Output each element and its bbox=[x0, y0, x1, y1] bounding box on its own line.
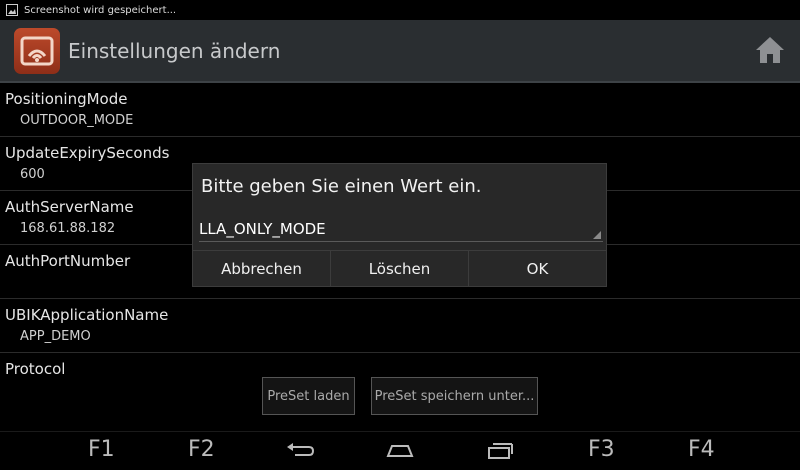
wifi-logo-icon bbox=[20, 36, 54, 65]
setting-value: 168.61.88.182 bbox=[20, 221, 116, 236]
image-notification-icon bbox=[6, 4, 18, 16]
value-input-field[interactable]: LLA_ONLY_MODE bbox=[199, 212, 603, 242]
dialog-title: Bitte geben Sie einen Wert ein. bbox=[201, 176, 482, 197]
setting-title: PositioningMode bbox=[5, 90, 128, 108]
setting-title: AuthPortNumber bbox=[5, 252, 131, 270]
setting-ubik-application-name[interactable]: UBIKApplicationName APP_DEMO bbox=[0, 299, 800, 353]
preset-save-as-button[interactable]: PreSet speichern unter... bbox=[371, 377, 538, 415]
home-icon[interactable] bbox=[754, 34, 786, 66]
dialog-button-bar: Abbrechen Löschen OK bbox=[193, 250, 606, 287]
ok-button[interactable]: OK bbox=[469, 251, 606, 287]
setting-title: Protocol bbox=[5, 360, 66, 378]
status-bar: Screenshot wird gespeichert... bbox=[0, 0, 800, 20]
clear-button[interactable]: Löschen bbox=[331, 251, 469, 287]
app-icon[interactable] bbox=[14, 27, 60, 74]
f1-key[interactable]: F1 bbox=[88, 437, 115, 462]
setting-value: 600 bbox=[20, 167, 45, 182]
back-icon[interactable] bbox=[285, 440, 315, 460]
home-nav-icon[interactable] bbox=[385, 440, 415, 460]
navigation-bar: F1 F2 F3 F4 bbox=[0, 431, 800, 470]
setting-positioning-mode[interactable]: PositioningMode OUTDOOR_MODE bbox=[0, 83, 800, 137]
value-input-dialog: Bitte geben Sie einen Wert ein. LLA_ONLY… bbox=[192, 163, 607, 287]
f3-key[interactable]: F3 bbox=[588, 437, 615, 462]
recent-apps-icon[interactable] bbox=[485, 440, 515, 460]
resize-corner-icon bbox=[593, 231, 601, 239]
setting-value: OUTDOOR_MODE bbox=[20, 113, 134, 128]
page-title: Einstellungen ändern bbox=[68, 38, 281, 63]
setting-value: APP_DEMO bbox=[20, 329, 91, 344]
status-notification-text: Screenshot wird gespeichert... bbox=[24, 4, 177, 16]
f2-key[interactable]: F2 bbox=[188, 437, 215, 462]
cancel-button[interactable]: Abbrechen bbox=[193, 251, 331, 287]
setting-title: UBIKApplicationName bbox=[5, 306, 169, 324]
action-bar: Einstellungen ändern bbox=[0, 20, 800, 83]
value-input-text: LLA_ONLY_MODE bbox=[199, 220, 326, 238]
setting-title: UpdateExpirySeconds bbox=[5, 144, 170, 162]
f4-key[interactable]: F4 bbox=[688, 437, 715, 462]
setting-title: AuthServerName bbox=[5, 198, 134, 216]
preset-load-button[interactable]: PreSet laden bbox=[262, 377, 355, 415]
